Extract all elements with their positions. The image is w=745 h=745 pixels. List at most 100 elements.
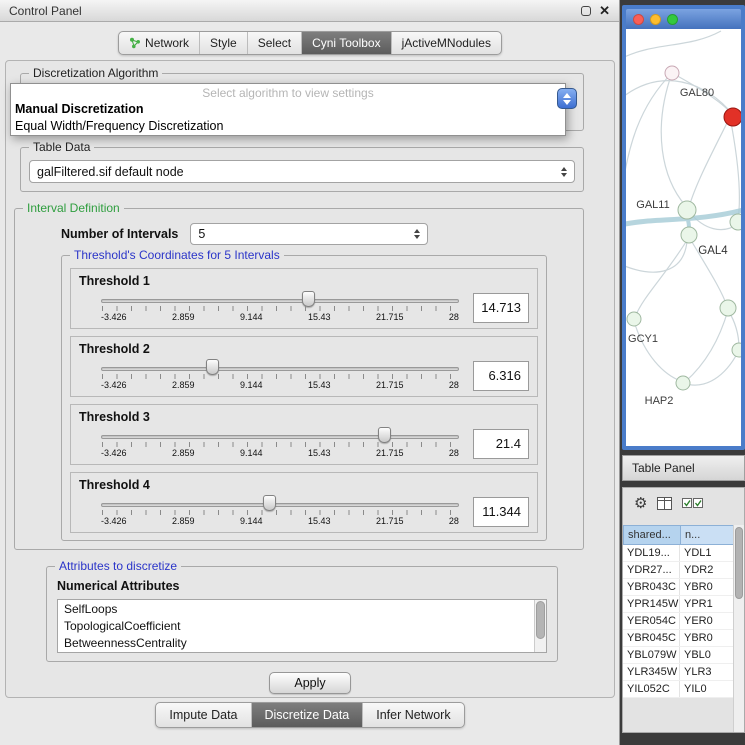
arrow-up-icon <box>414 229 420 233</box>
zoom-traffic-light-icon[interactable] <box>667 14 678 25</box>
table-data-combo[interactable]: galFiltered.sif default node <box>29 160 575 183</box>
column-header-name[interactable]: n... <box>680 525 735 545</box>
select-rows-checkboxes-icon[interactable] <box>682 498 704 509</box>
scale-label: -3.426 <box>101 312 127 322</box>
scale-label: 15.43 <box>308 516 331 526</box>
scale-label: 28 <box>449 448 459 458</box>
bottom-tab-discretize-data[interactable]: Discretize Data <box>252 703 364 727</box>
table-row[interactable]: YDR27...YDR2 <box>623 562 735 579</box>
network-node[interactable] <box>732 343 741 357</box>
table-row[interactable]: YDL19...YDL1 <box>623 545 735 562</box>
column-selector-icon[interactable] <box>657 497 672 510</box>
tab-style[interactable]: Style <box>200 32 248 54</box>
float-window-icon[interactable] <box>581 6 591 16</box>
dropdown-option-manual-discretization[interactable]: Manual Discretization <box>11 101 565 118</box>
threshold-value-field[interactable]: 11.344 <box>473 497 529 527</box>
window-title: Control Panel <box>9 4 82 18</box>
minimize-traffic-light-icon[interactable] <box>650 14 661 25</box>
apply-button[interactable]: Apply <box>269 672 350 694</box>
threshold-box-2: Threshold 2-3.4262.8599.14415.4321.71528… <box>70 336 538 397</box>
threshold-row: -3.4262.8599.14415.4321.7152814.713 <box>79 290 529 325</box>
network-view-window[interactable]: GAL80 GAL11 GAL4 GCY1 HAP2 <box>622 5 745 450</box>
close-traffic-light-icon[interactable] <box>633 14 644 25</box>
threshold-value-field[interactable]: 21.4 <box>473 429 529 459</box>
scale-label: 28 <box>449 312 459 322</box>
threshold-slider[interactable]: -3.4262.8599.14415.4321.71528 <box>101 426 459 461</box>
network-node-selected-red[interactable] <box>724 108 741 126</box>
scrollbar-thumb[interactable] <box>536 601 545 639</box>
threshold-value-field[interactable]: 14.713 <box>473 293 529 323</box>
bottom-tab-infer-network[interactable]: Infer Network <box>363 703 463 727</box>
cell-name: YLR3 <box>680 664 735 680</box>
close-icon[interactable]: ✕ <box>599 5 610 16</box>
table-row[interactable]: YPR145WYPR1 <box>623 596 735 613</box>
cell-shared-name: YBR043C <box>623 579 680 595</box>
cell-name: YDL1 <box>680 545 735 561</box>
gear-icon[interactable]: ⚙ <box>634 496 647 511</box>
threshold-row: -3.4262.8599.14415.4321.7152811.344 <box>79 494 529 529</box>
network-canvas[interactable]: GAL80 GAL11 GAL4 GCY1 HAP2 <box>626 29 741 446</box>
slider-scale: -3.4262.8599.14415.4321.71528 <box>101 448 459 458</box>
cell-name: YIL0 <box>680 681 735 697</box>
slider-handle[interactable] <box>302 291 315 307</box>
table-panel-header[interactable]: Table Panel <box>622 455 745 481</box>
algorithm-combo-stepper[interactable] <box>557 88 577 109</box>
bottom-tab-impute-data[interactable]: Impute Data <box>156 703 251 727</box>
cell-shared-name: YDR27... <box>623 562 680 578</box>
combo-stepper-icon <box>408 229 420 239</box>
network-node[interactable] <box>678 201 696 219</box>
list-scrollbar[interactable] <box>534 600 546 652</box>
threshold-row: -3.4262.8599.14415.4321.71528 6.316 <box>79 358 529 393</box>
tab-label: Cyni Toolbox <box>312 36 380 50</box>
table-toolbar: ⚙ <box>623 488 744 518</box>
table-row[interactable]: YBR043CYBR0 <box>623 579 735 596</box>
scale-label: 9.144 <box>240 516 263 526</box>
table-row[interactable]: YBR045CYBR0 <box>623 630 735 647</box>
network-node[interactable] <box>720 300 736 316</box>
scale-label: 2.859 <box>172 312 195 322</box>
table-row[interactable]: YER054CYER0 <box>623 613 735 630</box>
list-item[interactable]: SelfLoops <box>58 600 546 617</box>
table-body: YDL19...YDL1YDR27...YDR2YBR043CYBR0YPR14… <box>623 545 735 698</box>
table-scrollbar-thumb[interactable] <box>735 527 743 599</box>
attributes-list: SelfLoopsTopologicalCoefficientBetweenne… <box>58 600 546 651</box>
table-row[interactable]: YIL052CYIL0 <box>623 681 735 698</box>
num-intervals-combo[interactable]: 5 <box>190 223 428 245</box>
network-node[interactable] <box>627 312 641 326</box>
slider-handle[interactable] <box>206 359 219 375</box>
tab-select[interactable]: Select <box>248 32 302 54</box>
attributes-listbox[interactable]: SelfLoopsTopologicalCoefficientBetweenne… <box>57 599 547 653</box>
network-node[interactable] <box>665 66 679 80</box>
slider-handle[interactable] <box>378 427 391 443</box>
cell-name: YER0 <box>680 613 735 629</box>
algorithm-group-title: Discretization Algorithm <box>29 66 162 80</box>
threshold-slider[interactable]: -3.4262.8599.14415.4321.71528 <box>101 358 459 393</box>
table-row[interactable]: YBL079WYBL0 <box>623 647 735 664</box>
tab-network[interactable]: Network <box>119 32 200 54</box>
table-row[interactable]: YLR345WYLR3 <box>623 664 735 681</box>
scale-label: 28 <box>449 380 459 390</box>
control-panel-window: Control Panel ✕ NetworkStyle Select Cyni T… <box>0 0 620 745</box>
network-node[interactable] <box>730 214 741 230</box>
threshold-value-field[interactable]: 6.316 <box>473 361 529 391</box>
network-node[interactable] <box>676 376 690 390</box>
column-header-shared-name[interactable]: shared... <box>623 525 680 545</box>
slider-handle[interactable] <box>263 495 276 511</box>
threshold-slider[interactable]: -3.4262.8599.14415.4321.71528 <box>101 290 459 325</box>
list-item[interactable]: TopologicalCoefficient <box>58 617 546 634</box>
tab-bar: NetworkStyle Select Cyni Toolbox jActiveMNo… <box>118 31 502 55</box>
dropdown-option-equal-width[interactable]: Equal Width/Frequency Discretization <box>11 118 565 135</box>
network-node[interactable] <box>681 227 697 243</box>
bottom-tab-bar: Impute DataDiscretize DataInfer Network <box>155 702 464 728</box>
table-scrollbar[interactable] <box>733 525 744 732</box>
tab-cyni-toolbox[interactable]: Cyni Toolbox <box>302 32 391 54</box>
scale-label: 21.715 <box>376 312 404 322</box>
cell-name: YPR1 <box>680 596 735 612</box>
list-item[interactable]: BetweennessCentrality <box>58 634 546 651</box>
threshold-label: Threshold 4 <box>79 478 529 492</box>
slider-ticks-icon <box>102 306 458 311</box>
table-header-row: shared... n... <box>623 525 735 545</box>
tab-label: Select <box>258 36 291 50</box>
threshold-slider[interactable]: -3.4262.8599.14415.4321.71528 <box>101 494 459 529</box>
tab-jactivemnodules[interactable]: jActiveMNodules <box>392 32 501 54</box>
